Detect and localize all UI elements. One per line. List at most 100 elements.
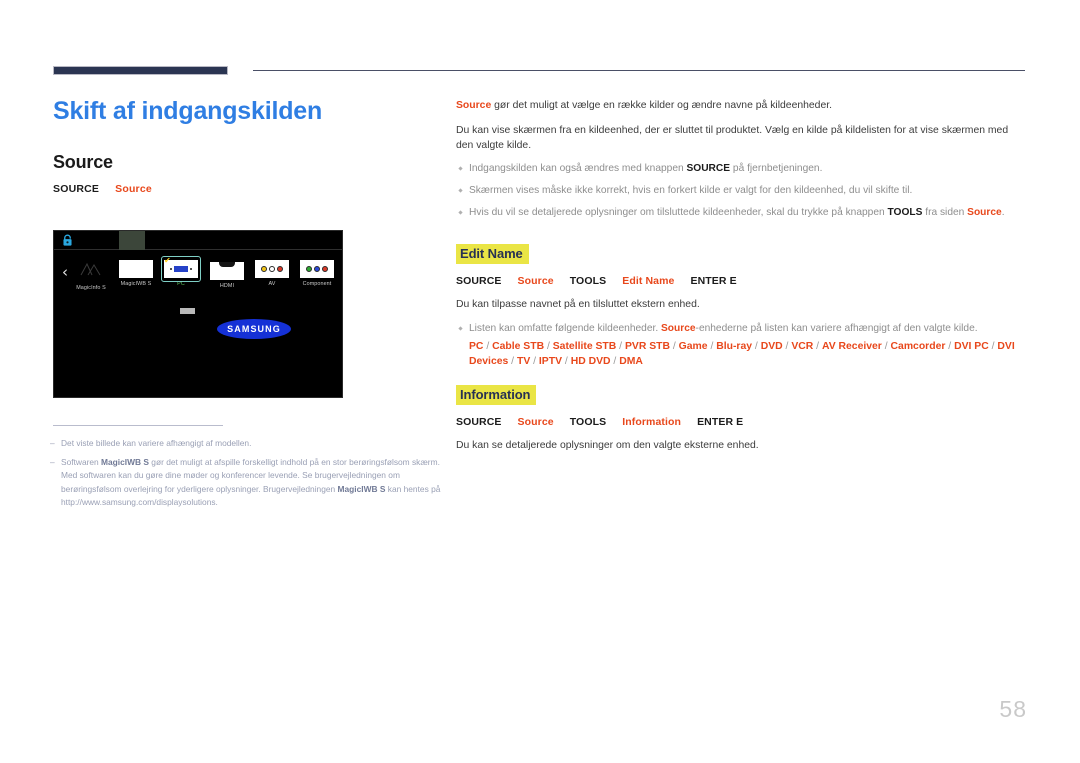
device-type: PC [469,341,484,352]
intro-paragraph-2: Du kan vise skærmen fra en kildeenhed, d… [456,125,1009,151]
menu-path-segment: Information [622,416,682,428]
tv-source-label: MagicIWB S [120,281,152,287]
device-separator: / [670,341,679,352]
device-type: DMA [619,356,643,367]
magicinfo-icon [80,262,101,276]
tv-source-item-pc[interactable]: ✔ PC [160,256,202,287]
header-accent-bar [53,66,228,75]
device-type: PVR STB [624,341,670,352]
menu-path-separator [502,275,518,287]
menu-path-separator [606,416,622,428]
subsection: Edit Name SOURCE Source TOOLS Edit Name E… [456,228,1028,369]
footnote-dash: – [50,438,55,448]
device-separator: / [610,356,620,367]
footnote-dash: – [50,456,55,467]
menu-path-segment: ENTER E [697,416,744,428]
device-separator: / [530,356,539,367]
intro-paragraph-1: Source gør det muligt at vælge en række … [456,98,1028,113]
device-type: TV [516,356,531,367]
menu-path-separator [606,275,622,287]
device-type: DVI PC [954,341,989,352]
intro-lead-term: Source [456,100,492,111]
menu-path-segment: Edit Name [622,275,675,287]
device-separator: / [752,341,761,352]
whiteboard-icon [119,260,153,278]
component-rca-icon [300,260,334,278]
menu-path-segment: TOOLS [569,416,607,428]
device-type: AV Receiver [821,341,882,352]
menu-path: SOURCE Source [53,183,433,195]
footnote-rule [53,425,223,426]
device-separator: / [508,356,517,367]
footnote-text: Det viste billede kan variere afhængigt … [61,438,252,448]
samsung-logo-text: SAMSUNG [227,324,281,334]
device-type: HD DVD [570,356,611,367]
menu-path-segment: SOURCE [456,416,502,428]
subsection-bullet-list: Listen kan omfatte følgende kildeenheder… [456,322,1028,369]
intro-bullet-list: Indgangskilden kan også ændres med knapp… [456,162,1028,220]
device-separator: / [881,341,891,352]
device-separator: / [562,356,571,367]
device-type: Cable STB [492,341,545,352]
device-type: Game [678,341,708,352]
device-separator: / [616,341,625,352]
device-separator: / [483,341,493,352]
right-column: Source gør det muligt at vælge en række … [456,98,1028,453]
subsection-heading: Edit Name [456,244,529,264]
footnote-list: – Det viste billede kan variere afhængigt… [50,432,450,510]
device-separator: / [813,341,822,352]
subsection-description: Du kan tilpasse navnet på en tilsluttet … [456,299,700,310]
page-number: 58 [999,696,1027,722]
menu-path-value: Source [115,183,152,195]
footnote-text: Softwaren MagicIWB S gør det muligt at a… [61,456,441,508]
menu-path-segment: Source [517,275,554,287]
tv-source-item-av[interactable]: AV [251,256,293,287]
section-title: Source [53,152,113,172]
page-title: Skift af indgangskilden [53,97,323,125]
menu-path-segment: ENTER E [690,275,737,287]
subsection-description: Du kan se detaljerede oplysninger om den… [456,440,759,451]
tv-source-item-magiciwb-s[interactable]: MagicIWB S [115,256,157,287]
subsection: Information SOURCE Source TOOLS Informati… [456,369,1028,453]
tv-source-item-magicinfo-s[interactable]: MagicInfo S [70,256,112,291]
menu-path-separator [554,416,570,428]
device-type-list: PC / Cable STB / Satellite STB / PVR STB… [469,339,1028,369]
tv-source-list: ‹ › MagicInfo S MagicIWB S ✔ [54,256,342,302]
tv-source-item-hdmi[interactable]: HDMI [206,256,248,289]
bullet-item: Hvis du vil se detaljerede oplysninger o… [456,206,1028,220]
subsection-menu-path: SOURCE Source TOOLS Edit Name ENTER E [456,275,1028,287]
tv-source-label: AV [268,281,276,287]
device-separator: / [707,341,717,352]
menu-path-segment: Source [517,416,554,428]
device-separator: / [544,341,553,352]
subsection-menu-path: SOURCE Source TOOLS Information ENTER E [456,416,1028,428]
menu-path-key: SOURCE [53,183,100,195]
intro-rest: gør det muligt at vælge en række kilder … [491,100,833,111]
footnote-item: – Det viste billede kan variere afhængigt… [50,437,450,451]
subsections: Edit Name SOURCE Source TOOLS Edit Name E… [456,228,1028,453]
menu-path-separator [554,275,570,287]
hdmi-port-icon [210,262,244,280]
subsection-heading: Information [456,385,537,405]
tv-source-item-component[interactable]: Component [296,256,338,287]
tv-source-label: MagicInfo S [76,285,106,291]
prev-arrow-icon[interactable]: ‹ [62,265,68,280]
tv-source-label: HDMI [219,283,235,289]
sub-device-icon [180,308,195,314]
lock-icon [63,234,72,246]
bullet-item: Listen kan omfatte følgende kildeenheder… [456,322,1028,369]
device-type: IPTV [538,356,563,367]
av-rca-icon [255,260,289,278]
tv-topbar-tab [119,231,145,250]
samsung-logo: SAMSUNG [217,319,291,339]
left-column: Skift af indgangskilden Source SOURCE Sou… [53,96,433,195]
device-type: Camcorder [890,341,946,352]
footnote-item: – Softwaren MagicIWB S gør det muligt at … [50,456,450,510]
bullet-item: Indgangskilden kan også ændres med knapp… [456,162,1028,176]
menu-path-segment: TOOLS [569,275,607,287]
menu-path-segment: SOURCE [456,275,502,287]
device-type: Blu-ray [716,341,753,352]
checkmark-icon: ✔ [164,256,171,265]
tv-topbar [54,231,342,250]
menu-path-separator [681,416,697,428]
